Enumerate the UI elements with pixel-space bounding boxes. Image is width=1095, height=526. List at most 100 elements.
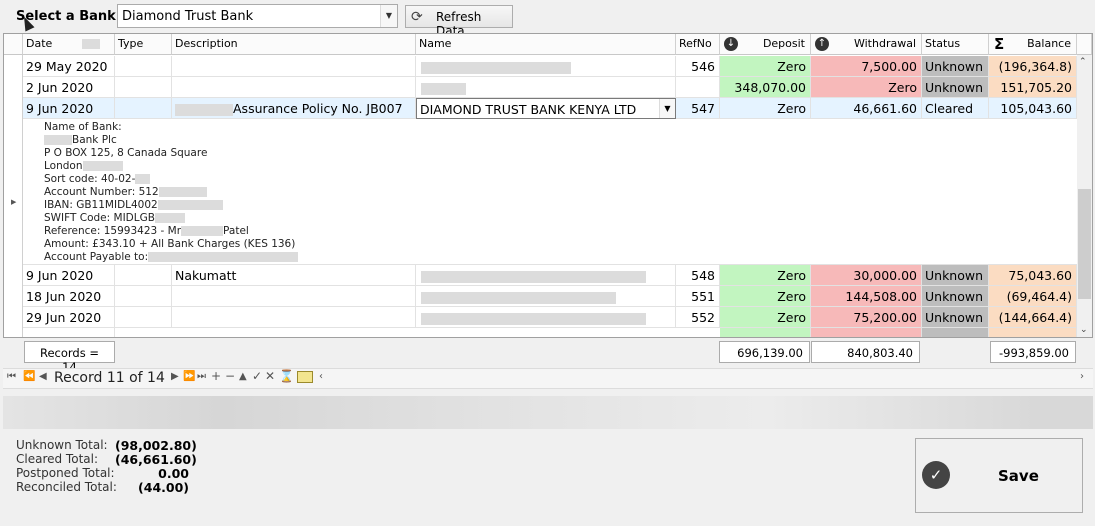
cell-refno[interactable]: 546 [676,56,720,77]
redacted-text [157,200,223,210]
bookmark-icon[interactable] [297,371,313,383]
cell-description[interactable] [172,77,416,98]
cell-description[interactable] [172,307,416,328]
cell-deposit[interactable]: Zero [720,56,811,77]
cell-date[interactable]: 9 Jun 2020 [23,98,115,119]
table-row-partial [720,328,811,337]
header-refno[interactable]: RefNo [676,34,720,55]
balance-total: -993,859.00 [990,341,1076,363]
cell-balance[interactable]: (196,364.8) [989,56,1077,77]
next-page-icon[interactable]: ⏩ [183,371,195,382]
name-dropdown-value: DIAMOND TRUST BANK KENYA LTD [420,102,637,117]
cell-type[interactable] [115,98,172,119]
cell-withdrawal[interactable]: 46,661.60 [811,98,922,119]
header-type[interactable]: Type [115,34,172,55]
cancel-record-icon[interactable]: ✕ [265,369,275,383]
header-date[interactable]: Date [23,34,115,55]
cell-description[interactable]: Assurance Policy No. JB007 [172,98,416,119]
detail-line-text: London [44,160,83,172]
header-description[interactable]: Description [172,34,416,55]
cell-description[interactable] [172,286,416,307]
cell-refno[interactable]: 551 [676,286,720,307]
cell-date[interactable]: 29 Jun 2020 [23,307,115,328]
detail-line-text: Bank Plc [72,134,117,146]
row-expander-icon[interactable]: ▶ [11,198,16,206]
cell-date[interactable]: 18 Jun 2020 [23,286,115,307]
cell-status[interactable]: Unknown [922,286,989,307]
cell-balance[interactable]: (69,464.4) [989,286,1077,307]
cell-status[interactable]: Unknown [922,77,989,98]
cell-type[interactable] [115,265,172,286]
bank-select[interactable]: Diamond Trust Bank ▼ [117,4,398,28]
next-record-icon[interactable]: ▶ [171,371,179,382]
cell-deposit[interactable]: Zero [720,265,811,286]
cell-refno[interactable]: 547 [676,98,720,119]
bank-select-value: Diamond Trust Bank [122,9,254,24]
cell-description[interactable] [172,56,416,77]
cell-deposit[interactable]: 348,070.00 [720,77,811,98]
header-name[interactable]: Name [416,34,676,55]
scroll-up-icon[interactable]: ⌃ [1079,57,1087,67]
cell-status[interactable]: Unknown [922,56,989,77]
last-record-icon[interactable]: ⏭ [197,371,206,382]
cell-withdrawal[interactable]: 30,000.00 [811,265,922,286]
cell-date[interactable]: 9 Jun 2020 [23,265,115,286]
refresh-record-icon[interactable]: ⌛ [279,369,294,383]
chevron-down-icon[interactable]: ▼ [659,99,675,118]
chevron-down-icon[interactable]: ▼ [380,5,397,27]
scrollbar-thumb[interactable] [1078,189,1091,299]
cell-refno[interactable] [676,77,720,98]
cell-type[interactable] [115,307,172,328]
cell-name[interactable] [416,286,676,307]
cell-balance[interactable]: 151,705.20 [989,77,1077,98]
header-deposit[interactable]: ↓ Deposit [720,34,811,55]
cell-balance[interactable]: (144,664.4) [989,307,1077,328]
cell-withdrawal[interactable]: 144,508.00 [811,286,922,307]
cell-type[interactable] [115,56,172,77]
cell-balance[interactable]: 75,043.60 [989,265,1077,286]
first-record-icon[interactable]: ⏮ [7,371,16,382]
name-dropdown[interactable]: DIAMOND TRUST BANK KENYA LTD ▼ [416,98,676,119]
prev-page-icon[interactable]: ⏪ [23,371,35,382]
cell-deposit[interactable]: Zero [720,307,811,328]
cell-status[interactable]: Unknown [922,307,989,328]
save-record-icon[interactable]: ✓ [252,369,262,383]
cell-description[interactable]: Nakumatt [172,265,416,286]
prev-record-icon[interactable]: ◀ [39,371,47,382]
detail-line-text: Sort code: 40-02- [44,173,136,185]
cell-deposit[interactable]: Zero [720,98,811,119]
save-button[interactable]: ✓ Save [915,438,1083,513]
record-navigator: ⏮ ⏪ ◀ Record 11 of 14 ▶ ⏩ ⏭ + − ▲ ✓ ✕ ⌛ … [3,368,1093,389]
refresh-button[interactable]: ⟳ Refresh Data [405,5,513,38]
cell-status[interactable]: Unknown [922,265,989,286]
header-status[interactable]: Status [922,34,989,55]
cell-name[interactable] [416,56,676,77]
delete-record-icon[interactable]: − [225,369,235,383]
cell-status[interactable]: Cleared [922,98,989,119]
cell-type[interactable] [115,286,172,307]
scroll-left-icon[interactable]: ‹ [319,371,323,382]
cell-name[interactable] [416,307,676,328]
total-label-postponed: Postponed Total: [16,466,115,480]
header-withdrawal[interactable]: ↑ Withdrawal [811,34,922,55]
scroll-down-icon[interactable]: ⌄ [1080,325,1088,335]
cell-withdrawal[interactable]: Zero [811,77,922,98]
cell-name[interactable] [416,77,676,98]
grid-footer: Records = 14 696,139.00 840,803.40 -993,… [3,338,1093,374]
cell-name[interactable] [416,265,676,286]
cell-date[interactable]: 2 Jun 2020 [23,77,115,98]
add-record-icon[interactable]: + [211,369,221,383]
scroll-right-icon[interactable]: › [1080,371,1084,382]
total-label-unknown: Unknown Total: [16,438,108,452]
cell-deposit[interactable]: Zero [720,286,811,307]
edit-record-icon[interactable]: ▲ [239,371,247,382]
cell-withdrawal[interactable]: 75,200.00 [811,307,922,328]
cell-balance[interactable]: 105,043.60 [989,98,1077,119]
header-balance[interactable]: Σ Balance [989,34,1077,55]
cell-refno[interactable]: 552 [676,307,720,328]
detail-line: Reference: 15993423 - Mr Patel [44,225,1077,238]
cell-type[interactable] [115,77,172,98]
cell-refno[interactable]: 548 [676,265,720,286]
cell-withdrawal[interactable]: 7,500.00 [811,56,922,77]
cell-date[interactable]: 29 May 2020 [23,56,115,77]
